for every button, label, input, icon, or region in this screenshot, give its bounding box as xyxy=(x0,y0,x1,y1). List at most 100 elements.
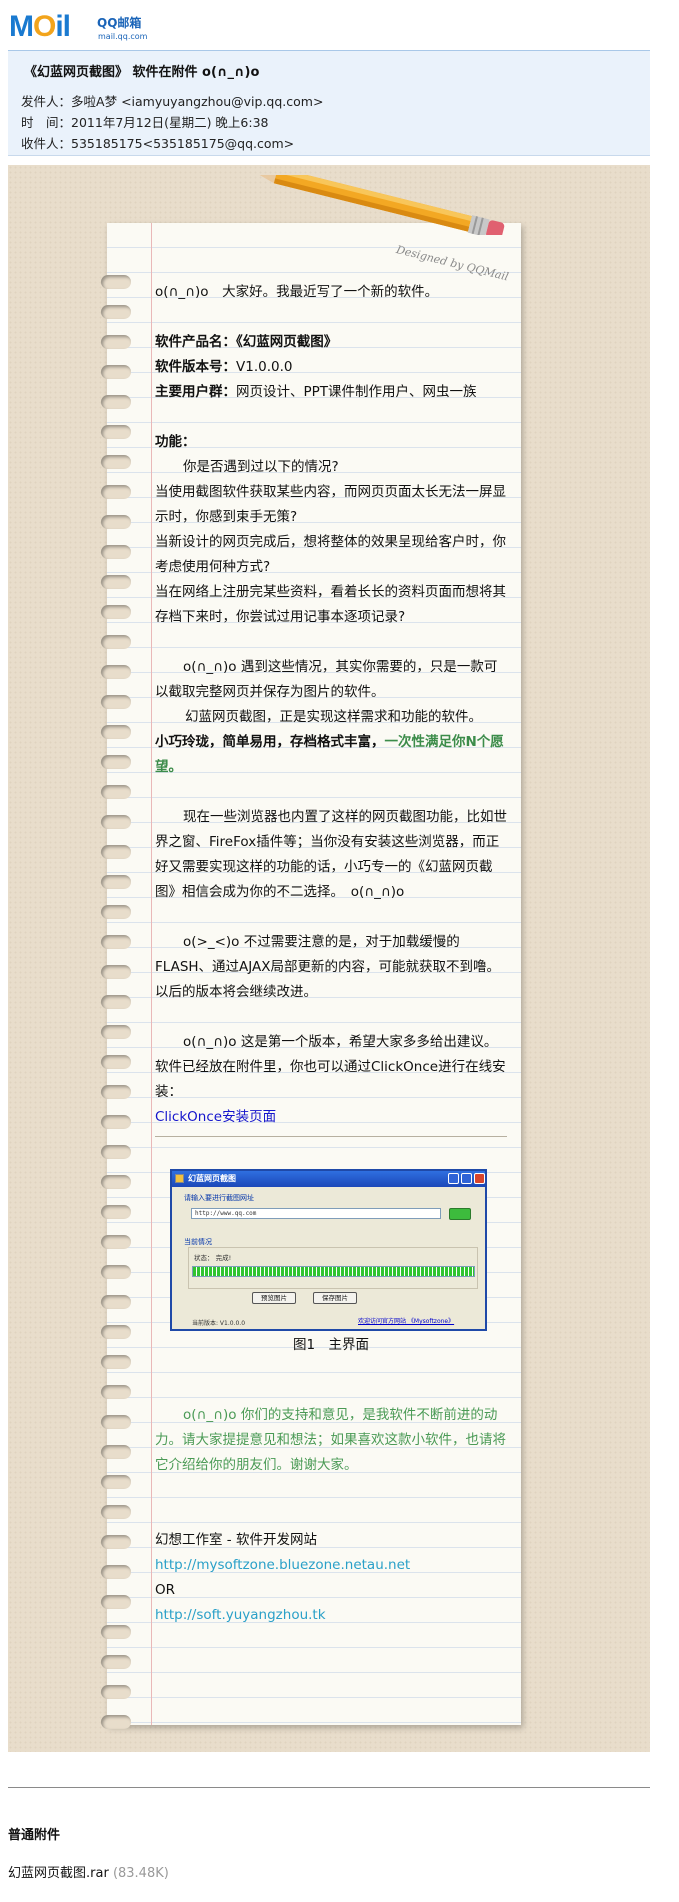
spiral-ring xyxy=(101,995,131,1009)
users-label: 主要用户群： xyxy=(155,384,236,400)
website-link-1[interactable]: http://mysoftzone.bluezone.netau.net xyxy=(155,1553,507,1578)
spiral-ring xyxy=(101,575,131,589)
maximize-icon xyxy=(461,1173,472,1184)
from-label: 发件人： xyxy=(21,94,72,109)
paragraph-4: 现在一些浏览器也内置了这样的网页截图功能，比如世界之窗、FireFox插件等；当… xyxy=(155,809,507,900)
clickonce-link[interactable]: ClickOnce安装页面 xyxy=(155,1105,507,1130)
spiral-ring xyxy=(101,785,131,799)
product-label: 软件产品名： xyxy=(155,334,236,350)
to-row: 收件人：535185175<535185175@qq.com> xyxy=(21,133,294,152)
version-label: 软件版本号： xyxy=(155,359,236,375)
spiral-ring xyxy=(101,1325,131,1339)
spiral-ring xyxy=(101,875,131,889)
spiral-ring xyxy=(101,1595,131,1609)
spiral-ring xyxy=(101,485,131,499)
product-value: 《幻蓝网页截图》 xyxy=(236,334,338,350)
spiral-ring xyxy=(101,335,131,349)
question-2: 当新设计的网页完成后，想将整体的效果呈现给客户时，你考虑使用何种方式? xyxy=(155,534,506,575)
url-field: http://www.qq.com xyxy=(191,1208,441,1219)
spiral-ring xyxy=(101,1565,131,1579)
spiral-ring xyxy=(101,1685,131,1699)
spiral-ring xyxy=(101,1715,131,1729)
spiral-ring xyxy=(101,1205,131,1219)
from-row: 发件人：多啦A梦 <iamyuyangzhou@vip.qq.com> xyxy=(21,91,323,110)
to-value[interactable]: 535185175<535185175@qq.com> xyxy=(71,136,294,151)
paragraph-3: 小巧玲珑，简单易用，存档格式丰富，一次性满足你N个愿望。 xyxy=(155,730,507,780)
spiral-ring xyxy=(101,1655,131,1669)
pencil-icon xyxy=(248,175,505,235)
logo-service-name: QQ邮箱 xyxy=(97,16,142,30)
app-titlebar: 幻蓝网页截图 xyxy=(172,1171,485,1187)
paragraph-6: o(∩_∩)o 这是第一个版本，希望大家多多给出建议。软件已经放在附件里，你也可… xyxy=(155,1034,506,1100)
minimize-icon xyxy=(448,1173,459,1184)
spiral-ring xyxy=(101,1535,131,1549)
close-icon xyxy=(474,1173,485,1184)
spiral-ring xyxy=(101,1115,131,1129)
paragraph-2: 幻蓝网页截图，正是实现这样需求和功能的软件。 xyxy=(185,709,482,725)
paragraph-5: o(>_<)o 不过需要注意的是，对于加载缓慢的FLASH、通过AJAX局部更新… xyxy=(155,934,501,1000)
attachments-title: 普通附件 xyxy=(8,1828,61,1843)
progress-bar xyxy=(192,1266,475,1277)
spiral-ring xyxy=(101,1265,131,1279)
email-subject: 《幻蓝网页截图》 软件在附件 o(∩_∩)o xyxy=(24,65,260,80)
spiral-ring xyxy=(101,365,131,379)
spiral-ring xyxy=(101,545,131,559)
spiral-ring xyxy=(101,965,131,979)
spiral-ring xyxy=(101,605,131,619)
from-address[interactable]: <iamyuyangzhou@vip.qq.com> xyxy=(121,94,323,109)
spiral-ring xyxy=(101,1295,131,1309)
question-intro: 你是否遇到过以下的情况? xyxy=(183,459,339,475)
spiral-ring xyxy=(101,725,131,739)
spiral-ring xyxy=(101,1385,131,1399)
paragraph-7: o(∩_∩)o 你们的支持和意见，是我软件不断前进的动力。请大家提提意见和想法；… xyxy=(155,1407,506,1473)
spiral-ring xyxy=(101,845,131,859)
studio-line: 幻想工作室 - 软件开发网站 xyxy=(155,1532,317,1548)
users-line: 主要用户群：网页设计、PPT课件制作用户、网虫一族 xyxy=(155,380,507,405)
spiral-ring xyxy=(101,1145,131,1159)
attachment-item: 幻蓝网页截图.rar (83.48K) xyxy=(8,1862,169,1881)
app-icon xyxy=(175,1174,184,1183)
to-label: 收件人： xyxy=(21,136,72,151)
question-1: 当使用截图软件获取某些内容，而网页页面太长无法一屏显示时，你感到束手无策? xyxy=(155,484,506,525)
spiral-ring xyxy=(101,425,131,439)
time-label: 时 间： xyxy=(21,115,72,130)
spiral-ring xyxy=(101,695,131,709)
spiral-ring xyxy=(101,395,131,409)
version-label: 当前版本: V1.0.0.0 xyxy=(192,1320,246,1327)
figure-caption: 图1 主界面 xyxy=(292,1337,370,1353)
attachment-file-link[interactable]: 幻蓝网页截图.rar xyxy=(8,1866,109,1881)
spiral-ring xyxy=(101,1235,131,1249)
spiral-ring xyxy=(101,755,131,769)
version-value: V1.0.0.0 xyxy=(236,359,293,375)
spiral-ring xyxy=(101,305,131,319)
spiral-ring xyxy=(101,815,131,829)
qq-mail-logo[interactable]: MOil QQ邮箱 mail.qq.com xyxy=(9,8,149,48)
go-arrow-icon xyxy=(449,1208,471,1220)
spiral-ring xyxy=(101,275,131,289)
spiral-ring xyxy=(101,1355,131,1369)
website-link-2[interactable]: http://soft.yuyangzhou.tk xyxy=(155,1603,507,1628)
spiral-ring xyxy=(101,905,131,919)
preview-button: 预览图片 xyxy=(252,1292,296,1304)
attachment-divider xyxy=(8,1787,650,1788)
spiral-ring xyxy=(101,1475,131,1489)
paragraph-1: o(∩_∩)o 遇到这些情况，其实你需要的，只是一款可以截取完整网页并保存为图片… xyxy=(155,659,498,700)
paper-margin-line xyxy=(151,223,152,1725)
from-name[interactable]: 多啦A梦 xyxy=(71,94,117,109)
spiral-ring xyxy=(101,1625,131,1639)
site-link: 欢迎访问官方网站 《Mysoftzone》 xyxy=(358,1318,455,1325)
spiral-ring xyxy=(101,935,131,949)
app-screenshot: 幻蓝网页截图 请输入要进行截图网址 http://www.qq.com 当前情况… xyxy=(170,1169,487,1331)
logo-url: mail.qq.com xyxy=(98,32,148,41)
highlight-bold: 小巧玲珑，简单易用，存档格式丰富， xyxy=(155,734,385,750)
users-value: 网页设计、PPT课件制作用户、网虫一族 xyxy=(236,384,477,400)
spiral-ring xyxy=(101,1415,131,1429)
time-value: 2011年7月12日(星期二) 晚上6:38 xyxy=(71,115,269,130)
logo-wordmark: MOil xyxy=(9,10,71,43)
spiral-ring xyxy=(101,1025,131,1039)
spiral-ring xyxy=(101,515,131,529)
spiral-ring xyxy=(101,1055,131,1069)
product-line: 软件产品名：《幻蓝网页截图》 xyxy=(155,330,507,355)
app-title: 幻蓝网页截图 xyxy=(188,1174,236,1183)
version-line: 软件版本号：V1.0.0.0 xyxy=(155,355,507,380)
